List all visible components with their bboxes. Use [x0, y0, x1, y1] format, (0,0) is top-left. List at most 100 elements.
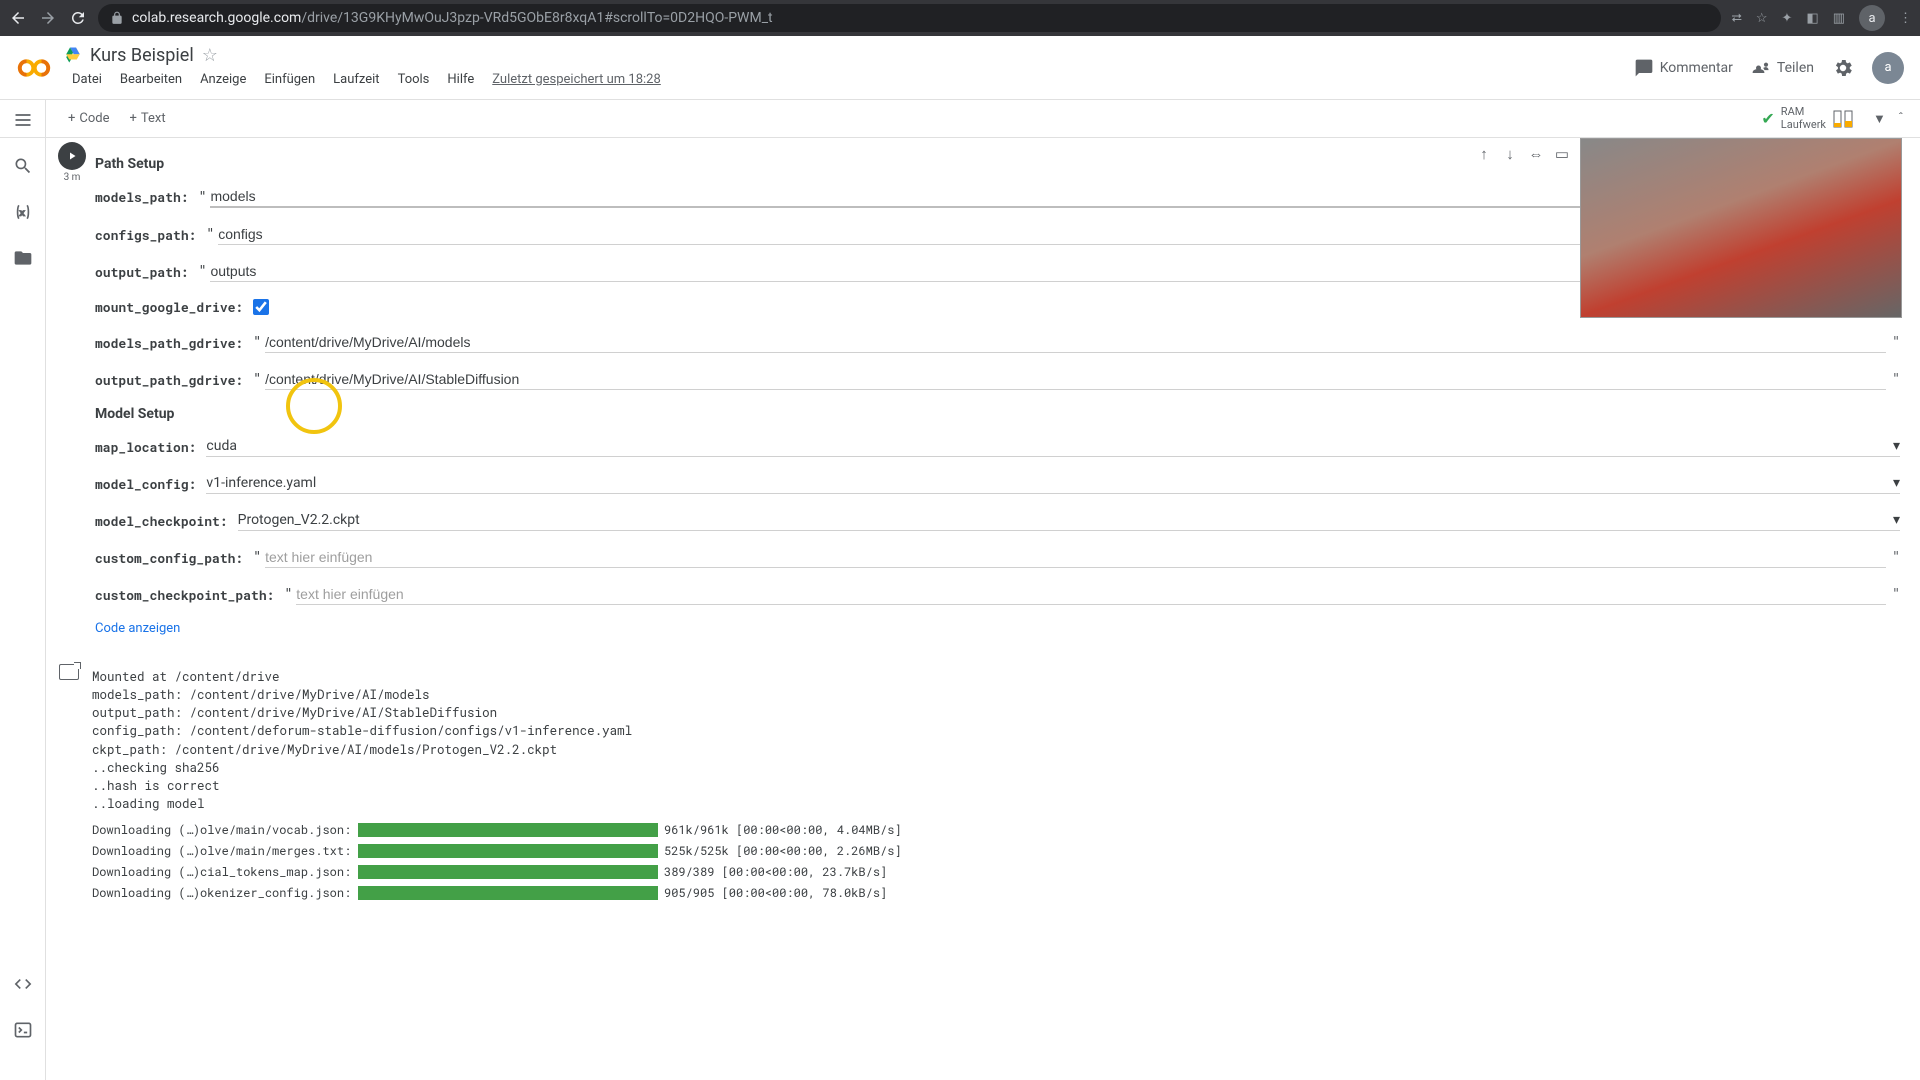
menu-bar: Datei Bearbeiten Anzeige Einfügen Laufze… [64, 68, 1634, 91]
link-icon[interactable]: ⇔ [1524, 142, 1548, 166]
last-saved-text[interactable]: Zuletzt gespeichert um 18:28 [484, 68, 669, 91]
download-row: Downloading (…)olve/main/vocab.json: 100… [92, 822, 1900, 838]
star-icon[interactable]: ☆ [202, 45, 218, 66]
translate-icon[interactable]: ⮂ [1731, 11, 1741, 26]
progress-bar [358, 886, 658, 900]
custom-checkpoint-path-input[interactable] [296, 584, 1886, 605]
bookmark-icon[interactable]: ☆ [1756, 11, 1768, 26]
account-avatar[interactable]: a [1872, 52, 1904, 84]
files-icon[interactable] [13, 248, 33, 268]
label-output-path: output_path: [95, 263, 189, 281]
output-path-gdrive-input[interactable] [265, 369, 1886, 390]
profile-avatar[interactable]: a [1859, 5, 1885, 31]
url-bar[interactable]: colab.research.google.com/drive/13G9KHyM… [98, 4, 1721, 32]
share-icon [1751, 58, 1771, 78]
progress-bar [358, 844, 658, 858]
panels-icon[interactable]: ▥ [1833, 11, 1845, 26]
download-row: Downloading (…)olve/main/merges.txt: 100… [92, 843, 1900, 859]
menu-einfuegen[interactable]: Einfügen [256, 68, 323, 91]
notebook-title[interactable]: Kurs Beispiel [90, 45, 194, 66]
output-indicator-icon[interactable] [59, 664, 79, 680]
download-stats: 389/389 [00:00<00:00, 23.7kB/s] [664, 864, 887, 880]
label-custom-config-path: custom_config_path: [95, 549, 243, 567]
output-cell: Mounted at /content/drive models_path: /… [46, 658, 1920, 912]
move-up-icon[interactable]: ↑ [1472, 142, 1496, 166]
download-label: Downloading (…)olve/main/vocab.json: 100… [92, 822, 352, 838]
terminal-icon[interactable] [13, 1020, 33, 1040]
variables-icon[interactable]: x [13, 202, 33, 222]
colab-header: Kurs Beispiel ☆ Datei Bearbeiten Anzeige… [0, 36, 1920, 100]
chevron-down-icon: ▾ [1893, 512, 1900, 528]
menu-datei[interactable]: Datei [64, 68, 110, 91]
add-text-button[interactable]: + Text [120, 107, 176, 130]
download-label: Downloading (…)okenizer_config.json: 100… [92, 885, 352, 901]
extensions-icon[interactable]: ✦ [1782, 11, 1793, 26]
forward-icon[interactable] [38, 9, 58, 27]
output-text: Mounted at /content/drive models_path: /… [92, 664, 1900, 817]
move-down-icon[interactable]: ↓ [1498, 142, 1522, 166]
kommentar-button[interactable]: Kommentar [1634, 58, 1733, 78]
label-models-path: models_path: [95, 188, 189, 206]
runtime-status[interactable]: ✔ RAMLaufwerk [1750, 101, 1867, 135]
download-stats: 905/905 [00:00<00:00, 78.0kB/s] [664, 885, 887, 901]
menu-tools[interactable]: Tools [390, 68, 438, 91]
insert-toolbar: + Code + Text ✔ RAMLaufwerk ▼ ˆ [0, 100, 1920, 138]
drive-icon [64, 46, 82, 64]
label-custom-checkpoint-path: custom_checkpoint_path: [95, 586, 274, 604]
kebab-icon[interactable]: ⋮ [1899, 11, 1912, 26]
mount-gdrive-checkbox[interactable] [253, 299, 269, 315]
sidepanel-icon[interactable]: ◧ [1806, 11, 1818, 26]
teilen-button[interactable]: Teilen [1751, 58, 1814, 78]
model-setup-heading: Model Setup [95, 406, 1900, 422]
colab-logo-icon[interactable] [16, 50, 52, 86]
download-stats: 525k/525k [00:00<00:00, 2.26MB/s] [664, 843, 902, 859]
code-snippets-icon[interactable] [13, 974, 33, 994]
chevron-down-icon: ▾ [1893, 475, 1900, 491]
settings-button[interactable] [1832, 57, 1854, 79]
comment-cell-icon[interactable]: ▭ [1550, 142, 1574, 166]
download-label: Downloading (…)olve/main/merges.txt: 100… [92, 843, 352, 859]
progress-bar [358, 865, 658, 879]
back-icon[interactable] [8, 9, 28, 27]
left-rail: x [0, 100, 46, 1080]
menu-hilfe[interactable]: Hilfe [439, 68, 482, 91]
custom-config-path-input[interactable] [265, 547, 1886, 568]
collapse-up-icon[interactable]: ˆ [1892, 111, 1910, 126]
model-checkpoint-select[interactable]: Protogen_V2.2.ckpt▾ [238, 510, 1900, 531]
download-row: Downloading (…)cial_tokens_map.json: 100… [92, 864, 1900, 880]
add-code-button[interactable]: + Code [58, 107, 120, 130]
search-icon[interactable] [13, 156, 33, 176]
progress-bar [358, 823, 658, 837]
models-path-gdrive-input[interactable] [265, 332, 1886, 353]
show-code-link[interactable]: Code anzeigen [95, 621, 1900, 636]
label-map-location: map_location: [95, 438, 196, 456]
label-models-path-gdrive: models_path_gdrive: [95, 334, 243, 352]
gear-icon [1832, 57, 1854, 79]
main-content: ↑ ↓ ⇔ ▭ ⚙ ⮏ 🗑 ⋮ 3 m Path Setup models_pa… [46, 138, 1920, 1080]
browser-chrome: colab.research.google.com/drive/13G9KHyM… [0, 0, 1920, 36]
label-output-path-gdrive: output_path_gdrive: [95, 371, 243, 389]
download-row: Downloading (…)okenizer_config.json: 100… [92, 885, 1900, 901]
url-text: colab.research.google.com/drive/13G9KHyM… [132, 10, 773, 26]
menu-bearbeiten[interactable]: Bearbeiten [112, 68, 190, 91]
chevron-down-icon: ▾ [1893, 438, 1900, 454]
reload-icon[interactable] [68, 9, 88, 27]
run-button[interactable] [58, 142, 86, 170]
exec-time: 3 m [64, 172, 81, 183]
label-configs-path: configs_path: [95, 226, 196, 244]
svg-text:x: x [19, 207, 24, 217]
label-mount-gdrive: mount_google_drive: [95, 298, 243, 316]
model-config-select[interactable]: v1-inference.yaml▾ [206, 473, 1900, 494]
download-label: Downloading (…)cial_tokens_map.json: 100… [92, 864, 352, 880]
download-stats: 961k/961k [00:00<00:00, 4.04MB/s] [664, 822, 902, 838]
map-location-select[interactable]: cuda▾ [206, 436, 1900, 457]
webcam-overlay [1580, 138, 1902, 318]
resource-bars-icon [1832, 109, 1856, 129]
menu-anzeige[interactable]: Anzeige [192, 68, 254, 91]
check-icon: ✔ [1761, 109, 1774, 128]
comment-icon [1634, 58, 1654, 78]
menu-laufzeit[interactable]: Laufzeit [325, 68, 387, 91]
toc-icon[interactable] [13, 110, 33, 130]
label-model-config: model_config: [95, 475, 196, 493]
runtime-menu-caret-icon[interactable]: ▼ [1867, 111, 1892, 127]
